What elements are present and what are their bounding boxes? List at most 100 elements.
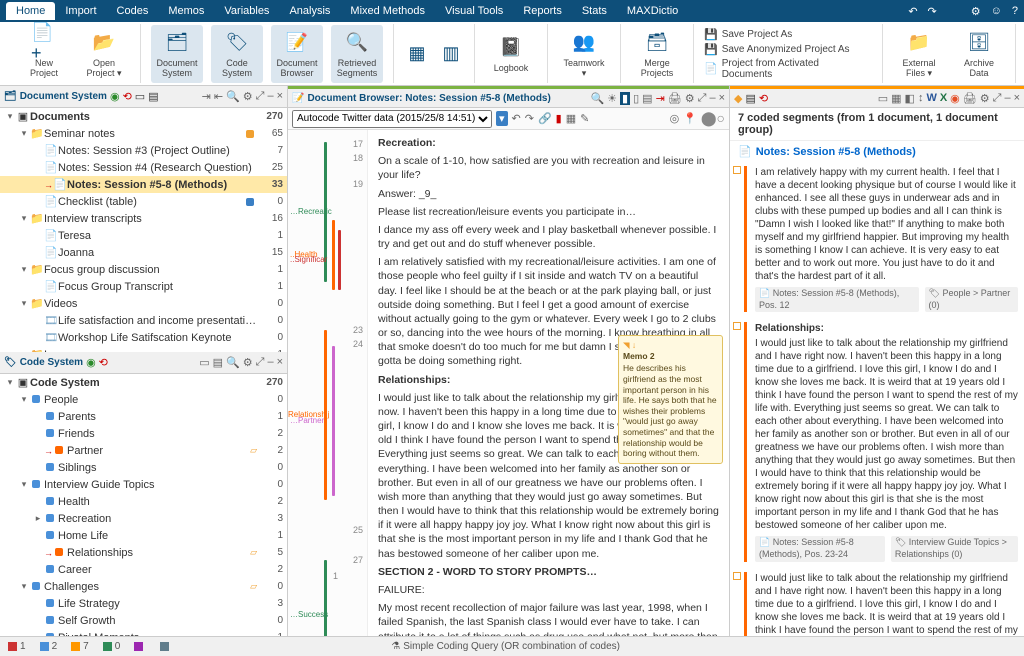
tree-item[interactable]: 📄Focus Group Transcript1 (0, 278, 287, 295)
menu-tab-analysis[interactable]: Analysis (279, 2, 340, 20)
ribbon--[interactable]: ▥ (438, 41, 464, 67)
tool-b[interactable]: ▤ (213, 356, 223, 369)
ribbon-document[interactable]: 📝DocumentBrowser (271, 25, 323, 83)
tree-item[interactable]: 📄Notes: Session #4 (Research Question)25 (0, 159, 287, 176)
tree-item[interactable]: Life Strategy3 (0, 595, 287, 612)
dropdown-icon[interactable]: ▾ (496, 111, 508, 126)
ribbon--[interactable]: ▦ (404, 41, 430, 67)
loc-icon[interactable]: ◎ (670, 112, 680, 125)
search-icon[interactable]: 🔍 (590, 92, 604, 105)
tree-item[interactable]: Friends2 (0, 425, 287, 442)
print-icon[interactable]: 🖨 (963, 92, 977, 105)
menu-tab-mixed-methods[interactable]: Mixed Methods (340, 2, 435, 20)
paragraph[interactable]: SECTION 2 - WORD TO STORY PROMPTS… (378, 565, 719, 579)
status-item[interactable] (160, 641, 172, 652)
min-icon[interactable]: – (1004, 92, 1010, 105)
tree-item[interactable]: ▾📁Interview transcripts16 (0, 210, 287, 227)
act-icon[interactable]: ⇥ (202, 90, 211, 103)
redo-icon[interactable]: ↷ (525, 112, 534, 125)
paragraph[interactable]: Answer: _9_ (378, 187, 719, 201)
seg-code[interactable]: 🏷 Interview Guide Topics > Relationships… (891, 536, 1018, 561)
save-project-from-activated-documents[interactable]: 📄Project from Activated Documents (704, 58, 872, 80)
undock-icon[interactable]: ⤢ (256, 356, 265, 369)
toggle-icon[interactable]: ◉ (110, 90, 120, 103)
grid-icon[interactable]: ▦ (566, 112, 576, 125)
panel2-icon[interactable]: ▯ (633, 92, 639, 105)
menu-tab-memos[interactable]: Memos (158, 2, 214, 20)
ribbon-code[interactable]: 🏷CodeSystem (211, 25, 263, 83)
panel-icon[interactable]: ▮ (620, 92, 630, 105)
ribbon-teamwork[interactable]: 👥Teamwork▾ (558, 25, 610, 83)
menu-tab-import[interactable]: Import (55, 2, 106, 20)
highlight-icon[interactable]: ☀ (607, 92, 617, 105)
tree-root[interactable]: ▾▣Code System270 (0, 374, 287, 391)
tool-icon[interactable]: ▤ (148, 90, 158, 103)
tool-a[interactable]: ▭ (199, 356, 209, 369)
marker-icon[interactable]: ▮ (556, 112, 562, 125)
tree-item[interactable]: →Partner▱2 (0, 442, 287, 459)
reset-icon[interactable]: ⟲ (759, 92, 768, 105)
menu-tab-variables[interactable]: Variables (214, 2, 279, 20)
t3[interactable]: ◧ (905, 92, 915, 105)
tree-item[interactable]: Parents1 (0, 408, 287, 425)
menu-tab-stats[interactable]: Stats (572, 2, 617, 20)
gear-icon[interactable]: ⚙ (971, 5, 981, 18)
print-icon[interactable]: 🖨 (668, 92, 682, 105)
toggle-icon[interactable]: ◉ (86, 356, 96, 369)
status-item[interactable] (134, 641, 146, 652)
status-item[interactable]: 7 (71, 641, 89, 652)
seg-source[interactable]: 📄 Notes: Session #5-8 (Methods), Pos. 12 (755, 287, 919, 312)
smile-icon[interactable]: ☺ (991, 5, 1002, 18)
paragraph[interactable]: FAILURE: (378, 583, 719, 597)
tree-item[interactable]: ▾📁Videos0 (0, 295, 287, 312)
reset-icon[interactable]: ⟲ (99, 356, 108, 369)
close-icon[interactable]: × (719, 92, 725, 105)
tree-item[interactable]: Home Life1 (0, 527, 287, 544)
retrieved-segment[interactable]: I am relatively happy with my current he… (744, 166, 1018, 312)
tree-item[interactable]: →Relationships▱5 (0, 544, 287, 561)
close-icon[interactable]: × (277, 90, 283, 103)
undock-icon[interactable]: ⤢ (993, 92, 1002, 105)
undo-icon[interactable]: ↶ (908, 5, 917, 18)
redo-icon[interactable]: ↷ (928, 5, 937, 18)
gear-icon[interactable]: ⚙ (980, 92, 990, 105)
tree-item[interactable]: 📄Teresa1 (0, 227, 287, 244)
tree-item[interactable]: 🎞Workshop Life Satifscation Keynote0 (0, 329, 287, 346)
min-icon[interactable]: – (709, 92, 715, 105)
html-icon[interactable]: ◉ (950, 92, 960, 105)
save-save-project-as[interactable]: 💾Save Project As (704, 28, 872, 41)
seg-code[interactable]: 🏷 People > Partner (0) (925, 287, 1018, 312)
tree-item[interactable]: ▾📁Focus group discussion1 (0, 261, 287, 278)
ribbon-merge[interactable]: 🗃MergeProjects (631, 25, 683, 83)
save-save-anonymized-project-as[interactable]: 💾Save Anonymized Project As (704, 43, 872, 56)
tree-item[interactable]: Pivotal Moments1 (0, 629, 287, 636)
link-icon[interactable]: 🔗 (538, 112, 552, 125)
tree-item[interactable]: ▸Recreation3 (0, 510, 287, 527)
ribbon-open[interactable]: 📂OpenProject ▾ (78, 25, 130, 83)
code-stripe[interactable] (332, 220, 335, 290)
retrieved-segment[interactable]: I would just like to talk about the rela… (744, 572, 1018, 636)
ribbon-external[interactable]: 📁ExternalFiles ▾ (893, 25, 945, 83)
undock-icon[interactable]: ⤢ (698, 92, 707, 105)
min-icon[interactable]: – (267, 90, 273, 103)
code-stripe[interactable] (332, 346, 335, 496)
menu-tab-home[interactable]: Home (6, 2, 55, 20)
code-stripe[interactable] (338, 230, 341, 290)
tree-item[interactable]: 📄Checklist (table)0 (0, 193, 287, 210)
status-item[interactable]: 0 (103, 641, 121, 652)
edit-icon[interactable]: ✎ (580, 112, 589, 125)
gear-icon[interactable]: ⚙ (243, 90, 253, 103)
paragraph[interactable]: Recreation: (378, 136, 719, 150)
status-item[interactable]: 2 (40, 641, 58, 652)
word-icon[interactable]: W (926, 92, 936, 105)
gear-icon[interactable]: ⚙ (243, 356, 253, 369)
tree-item[interactable]: ▾Interview Guide Topics0 (0, 476, 287, 493)
tree-root[interactable]: ▾▣Documents270 (0, 108, 287, 125)
tree-item[interactable]: 📄Joanna15 (0, 244, 287, 261)
tree-item[interactable]: ▾📁Seminar notes65 (0, 125, 287, 142)
tree-item[interactable]: Siblings0 (0, 459, 287, 476)
close-icon[interactable]: × (1014, 92, 1020, 105)
tree-item[interactable]: 📄Notes: Session #3 (Project Outline)7 (0, 142, 287, 159)
paragraph[interactable]: Please list recreation/leisure events yo… (378, 205, 719, 219)
collapse-icon[interactable]: ▭ (135, 90, 145, 103)
